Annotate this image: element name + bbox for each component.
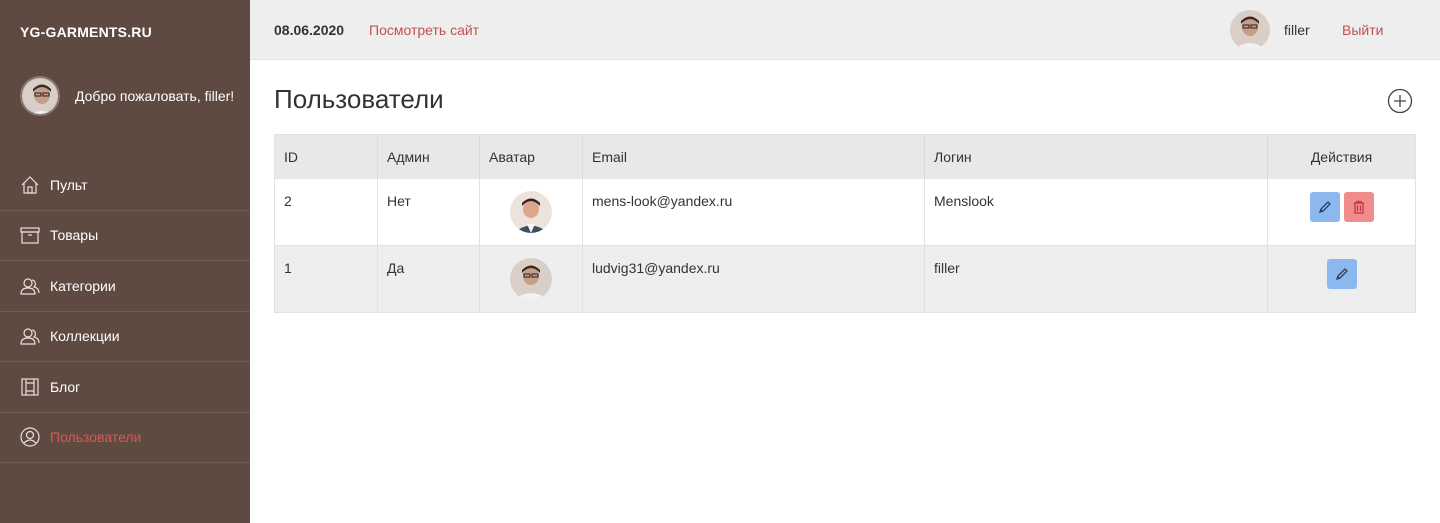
topbar: 08.06.2020 Посмотреть сайт filler Выйти — [250, 0, 1440, 60]
sidebar-item-dashboard[interactable]: Пульт — [0, 160, 250, 211]
cell-email: ludvig31@yandex.ru — [582, 245, 925, 313]
sidebar-item-collections[interactable]: Коллекции — [0, 312, 250, 362]
welcome-block: Добро пожаловать, filler! — [20, 76, 234, 116]
plus-circle-icon[interactable] — [1387, 88, 1413, 114]
sidebar-item-label: Категории — [50, 277, 116, 294]
trash-icon — [1353, 200, 1364, 214]
book-icon — [20, 377, 40, 397]
edit-button[interactable] — [1309, 191, 1340, 222]
sidebar-item-label: Пользователи — [50, 429, 142, 446]
table-row: 2 Нет mens-look@yandex.ru Menslook — [274, 178, 1416, 246]
cell-avatar — [479, 245, 583, 313]
cell-actions — [1267, 178, 1416, 246]
column-header-actions: Действия — [1267, 134, 1416, 179]
cell-admin: Нет — [377, 178, 480, 246]
avatar[interactable] — [1230, 10, 1270, 50]
sidebar-item-label: Коллекции — [50, 328, 120, 345]
cell-actions — [1267, 245, 1416, 313]
delete-button[interactable] — [1343, 191, 1374, 222]
sidebar-menu: Пульт Товары Категории Коллекции Блог По… — [0, 160, 250, 463]
brand-logo[interactable]: YG-GARMENTS.RU — [20, 24, 152, 40]
column-header-email[interactable]: Email — [582, 134, 925, 179]
users-icon — [20, 276, 40, 296]
table-row: 1 Да ludvig31@yandex.ru filler — [274, 245, 1416, 313]
cell-admin: Да — [377, 245, 480, 313]
cell-id: 2 — [274, 178, 378, 246]
view-site-link[interactable]: Посмотреть сайт — [369, 22, 479, 38]
column-header-avatar[interactable]: Аватар — [479, 134, 583, 179]
cell-login: Menslook — [924, 178, 1268, 246]
sidebar-item-categories[interactable]: Категории — [0, 261, 250, 312]
avatar — [510, 190, 552, 233]
users-icon — [20, 326, 40, 346]
sidebar-item-label: Пульт — [50, 176, 88, 193]
sidebar-item-label: Товары — [50, 227, 99, 244]
page-title: Пользователи — [274, 84, 444, 114]
cell-id: 1 — [274, 245, 378, 313]
column-header-id[interactable]: ID — [274, 134, 378, 179]
welcome-text: Добро пожаловать, filler! — [75, 88, 235, 104]
sidebar-item-label: Блог — [50, 378, 81, 395]
pencil-icon — [1318, 200, 1331, 213]
table-header-row: ID Админ Аватар Email Логин Действия — [274, 134, 1416, 179]
sidebar: YG-GARMENTS.RU Добро пожаловать, filler!… — [0, 0, 250, 523]
current-date: 08.06.2020 — [274, 22, 345, 38]
avatar — [510, 258, 552, 300]
cell-email: mens-look@yandex.ru — [582, 178, 925, 246]
user-icon — [20, 427, 40, 447]
user-name[interactable]: filler — [1284, 22, 1310, 38]
cell-avatar — [479, 178, 583, 246]
logout-link[interactable]: Выйти — [1342, 22, 1383, 38]
sidebar-item-blog[interactable]: Блог — [0, 362, 250, 413]
cell-login: filler — [924, 245, 1268, 313]
users-table: ID Админ Аватар Email Логин Действия 2 Н… — [274, 134, 1416, 313]
avatar — [20, 76, 60, 116]
sidebar-item-users[interactable]: Пользователи — [0, 413, 250, 463]
sidebar-item-products[interactable]: Товары — [0, 211, 250, 261]
column-header-login[interactable]: Логин — [924, 134, 1268, 179]
edit-button[interactable] — [1326, 259, 1357, 289]
pencil-icon — [1335, 268, 1348, 281]
column-header-admin[interactable]: Админ — [377, 134, 480, 179]
box-icon — [20, 225, 40, 245]
home-icon — [20, 175, 40, 195]
